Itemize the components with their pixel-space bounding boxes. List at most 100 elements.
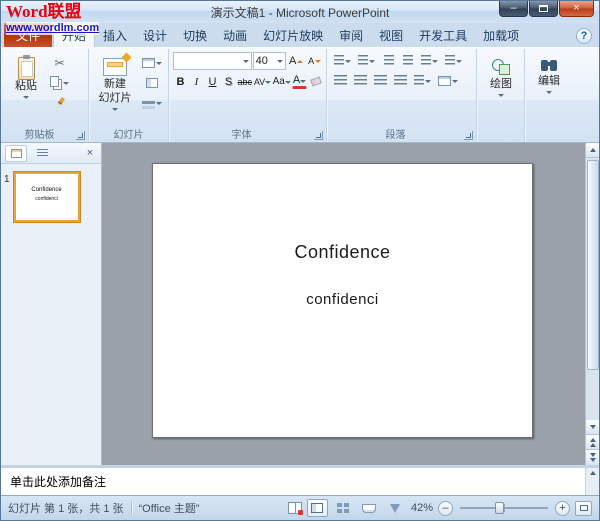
font-group-label: 字体	[231, 130, 252, 141]
slide-canvas[interactable]: Confidence confidenci	[152, 163, 533, 438]
drawing-group-button[interactable]: 绘图	[481, 52, 521, 98]
view-reading-button[interactable]	[359, 499, 380, 517]
line-spacing-button[interactable]	[418, 52, 441, 69]
next-slide-button[interactable]	[585, 450, 599, 465]
text-direction-button[interactable]	[442, 52, 465, 69]
align-center-button[interactable]	[351, 72, 370, 89]
panel-close-icon: ×	[86, 147, 94, 159]
view-slideshow-button[interactable]	[385, 499, 406, 517]
zoom-level[interactable]: 42%	[411, 502, 433, 514]
minimize-button[interactable]: –	[499, 1, 528, 17]
previous-slide-button[interactable]	[585, 435, 599, 450]
statusbar-separator	[130, 501, 132, 515]
tab-animations[interactable]: 动画	[215, 23, 255, 47]
clipboard-dialog-launcher[interactable]	[76, 131, 85, 140]
font-color-button[interactable]: A	[292, 74, 307, 89]
underline-label: U	[208, 75, 217, 88]
bullets-button[interactable]	[331, 52, 354, 69]
paste-icon	[17, 55, 35, 80]
align-left-button[interactable]	[331, 72, 350, 89]
justify-button[interactable]	[391, 72, 410, 89]
clear-formatting-button[interactable]	[308, 73, 323, 90]
tab-view[interactable]: 视图	[371, 23, 411, 47]
window-title: 演示文稿1 - Microsoft PowerPoint	[210, 5, 390, 20]
maximize-button[interactable]	[529, 1, 558, 17]
bold-button[interactable]: B	[173, 73, 188, 90]
align-right-button[interactable]	[371, 72, 390, 89]
tab-addins[interactable]: 加载项	[475, 23, 527, 47]
tab-transitions[interactable]: 切换	[175, 23, 215, 47]
view-sorter-button[interactable]	[333, 499, 354, 517]
minimize-icon: –	[510, 2, 517, 14]
paragraph-group: 段落	[327, 49, 477, 142]
font-name-dropdown-icon	[242, 59, 249, 63]
view-normal-button[interactable]	[306, 499, 328, 517]
new-slide-button[interactable]: 新建 幻灯片	[93, 52, 137, 128]
increase-indent-icon	[403, 55, 413, 66]
bullets-dropdown-icon	[345, 60, 351, 63]
tab-slideshow[interactable]: 幻灯片放映	[255, 23, 331, 47]
paragraph-dialog-launcher[interactable]	[464, 131, 473, 140]
convert-smartart-button[interactable]	[435, 72, 461, 89]
help-button[interactable]: ?	[576, 28, 592, 44]
zoom-in-button[interactable]: +	[555, 500, 570, 516]
fit-to-window-button[interactable]	[575, 500, 592, 516]
tab-review[interactable]: 审阅	[331, 23, 371, 47]
reset-button[interactable]	[139, 74, 165, 91]
scroll-up-button[interactable]	[585, 143, 599, 158]
spellcheck-icon[interactable]	[287, 502, 303, 515]
format-painter-button[interactable]	[47, 94, 72, 111]
increase-indent-button[interactable]	[399, 52, 417, 69]
scrollbar-thumb[interactable]	[586, 160, 599, 370]
columns-button[interactable]	[411, 72, 434, 89]
editing-group-button[interactable]: 编辑	[529, 52, 569, 95]
clipboard-group-label: 剪贴板	[24, 130, 55, 141]
underline-button[interactable]: U	[205, 73, 220, 90]
shrink-font-button[interactable]: A	[306, 53, 323, 70]
change-case-button[interactable]: Aa	[272, 73, 291, 90]
window-controls: – ×	[498, 1, 594, 17]
theme-indicator[interactable]: “Office 主题”	[139, 500, 200, 516]
italic-button[interactable]: I	[189, 73, 204, 90]
zoom-slider[interactable]	[460, 502, 548, 514]
copy-button[interactable]	[47, 74, 72, 91]
outline-view-tab[interactable]	[31, 145, 53, 162]
panel-close-button[interactable]: ×	[83, 147, 97, 159]
paste-button[interactable]: 粘贴	[7, 52, 45, 128]
text-shadow-button[interactable]: S	[221, 73, 236, 90]
grow-font-button[interactable]: A	[287, 53, 305, 70]
text-direction-icon	[445, 55, 455, 66]
zoom-out-button[interactable]: –	[438, 500, 453, 516]
tab-design[interactable]: 设计	[135, 23, 175, 47]
close-button[interactable]: ×	[559, 1, 594, 17]
watermark-url[interactable]: www.wordlm.com	[6, 21, 100, 35]
copy-dropdown-icon	[63, 82, 69, 85]
clipboard-group: 粘贴 ✂ 剪贴板	[3, 49, 89, 142]
numbering-button[interactable]	[355, 52, 378, 69]
strikethrough-button[interactable]: abc	[237, 73, 253, 90]
font-size-combo[interactable]: 40	[252, 52, 287, 70]
char-spacing-button[interactable]: AV	[254, 73, 272, 90]
section-button[interactable]	[139, 94, 165, 111]
tab-developer[interactable]: 开发工具	[411, 23, 475, 47]
font-name-combo[interactable]	[173, 52, 252, 70]
case-dropdown-icon	[284, 81, 291, 84]
notes-placeholder: 单击此处添加备注	[10, 475, 107, 489]
slide-title-text[interactable]: Confidence	[153, 242, 532, 263]
scroll-down-button[interactable]	[585, 420, 599, 435]
slides-view-tab[interactable]	[5, 144, 27, 162]
scrollbar-track[interactable]	[586, 158, 600, 420]
outline-tab-icon	[36, 148, 48, 158]
decrease-indent-button[interactable]	[380, 52, 398, 69]
layout-button[interactable]	[139, 54, 165, 71]
font-dialog-launcher[interactable]	[314, 131, 323, 140]
new-slide-label-1: 新建	[104, 78, 126, 90]
slide-thumbnail[interactable]: Confidence confidenci	[13, 172, 80, 222]
notes-pane[interactable]: 单击此处添加备注	[1, 465, 599, 495]
slide-subtitle-text[interactable]: confidenci	[153, 291, 532, 308]
zoom-slider-thumb[interactable]	[495, 502, 505, 514]
notes-scrollbar[interactable]	[585, 468, 599, 495]
close-icon: ×	[573, 2, 580, 14]
font-group: 40 A A B I U S abc AV Aa A 字体	[169, 49, 327, 142]
cut-button[interactable]: ✂	[47, 54, 72, 71]
